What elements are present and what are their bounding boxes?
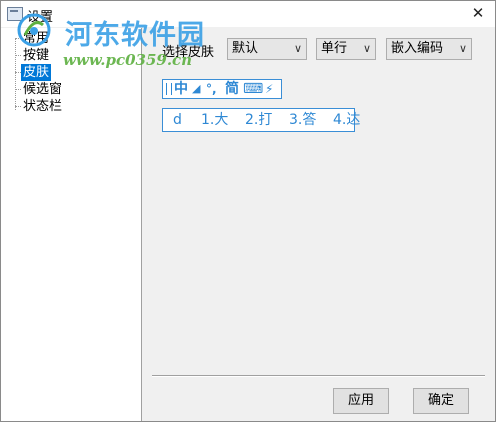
window-title: 设置: [27, 10, 54, 25]
bolt-icon: ⚡: [265, 82, 274, 96]
line-mode-value: 单行: [321, 41, 348, 56]
app-icon: [7, 7, 23, 21]
skin-select-value: 默认: [232, 41, 259, 56]
tree-item-status-bar[interactable]: 状态栏: [14, 98, 64, 115]
drag-grip-icon: [166, 83, 172, 95]
status-bar-preview: 中 ◢ °, 简 ⌨ ⚡: [162, 79, 282, 99]
tree-item-skin[interactable]: 皮肤: [14, 64, 52, 81]
settings-tree: 常用 按键 皮肤 候选窗 状态栏: [1, 28, 142, 421]
candidate-item: 2.打: [245, 112, 273, 128]
punctuation-icon: °,: [206, 82, 217, 96]
chevron-down-icon: ∨: [293, 42, 302, 55]
chevron-down-icon: ∨: [458, 42, 467, 55]
separator: [152, 375, 485, 377]
line-mode-select[interactable]: 单行 ∨: [316, 38, 376, 60]
chinese-mode-icon: 中: [174, 81, 188, 97]
keyboard-icon: ⌨: [243, 81, 264, 97]
moon-icon: ◢: [192, 82, 201, 95]
settings-window: 设置 ✕ 河东软件园 www.pc0359.cn 常用 按键 皮肤 候选窗 状态…: [0, 0, 496, 422]
skin-label: 选择皮肤: [162, 45, 215, 60]
skin-select[interactable]: 默认 ∨: [227, 38, 307, 60]
tree-item-common[interactable]: 常用: [14, 30, 51, 47]
close-button[interactable]: ✕: [467, 3, 489, 23]
candidate-item: 1.大: [201, 112, 229, 128]
composition-text: d: [173, 112, 182, 128]
encoding-value: 嵌入编码: [391, 41, 444, 56]
chevron-down-icon: ∨: [362, 42, 371, 55]
apply-button[interactable]: 应用: [333, 388, 389, 414]
candidate-item: 4.达: [333, 112, 361, 128]
tree-item-keys[interactable]: 按键: [14, 47, 51, 64]
candidate-window-preview: d 1.大 2.打 3.答 4.达: [162, 108, 360, 132]
skin-settings-panel: 选择皮肤 默认 ∨ 单行 ∨ 嵌入编码 ∨ 中 ◢ °, 简 ⌨ ⚡ d 1.大…: [142, 28, 495, 421]
tree-item-candidate-window[interactable]: 候选窗: [14, 81, 64, 98]
tree-connector: [15, 38, 16, 110]
simplified-icon: 简: [225, 81, 239, 97]
confirm-button[interactable]: 确定: [413, 388, 469, 414]
candidate-item: 3.答: [289, 112, 317, 128]
encoding-select[interactable]: 嵌入编码 ∨: [386, 38, 472, 60]
title-bar: 设置 ✕: [1, 1, 495, 27]
